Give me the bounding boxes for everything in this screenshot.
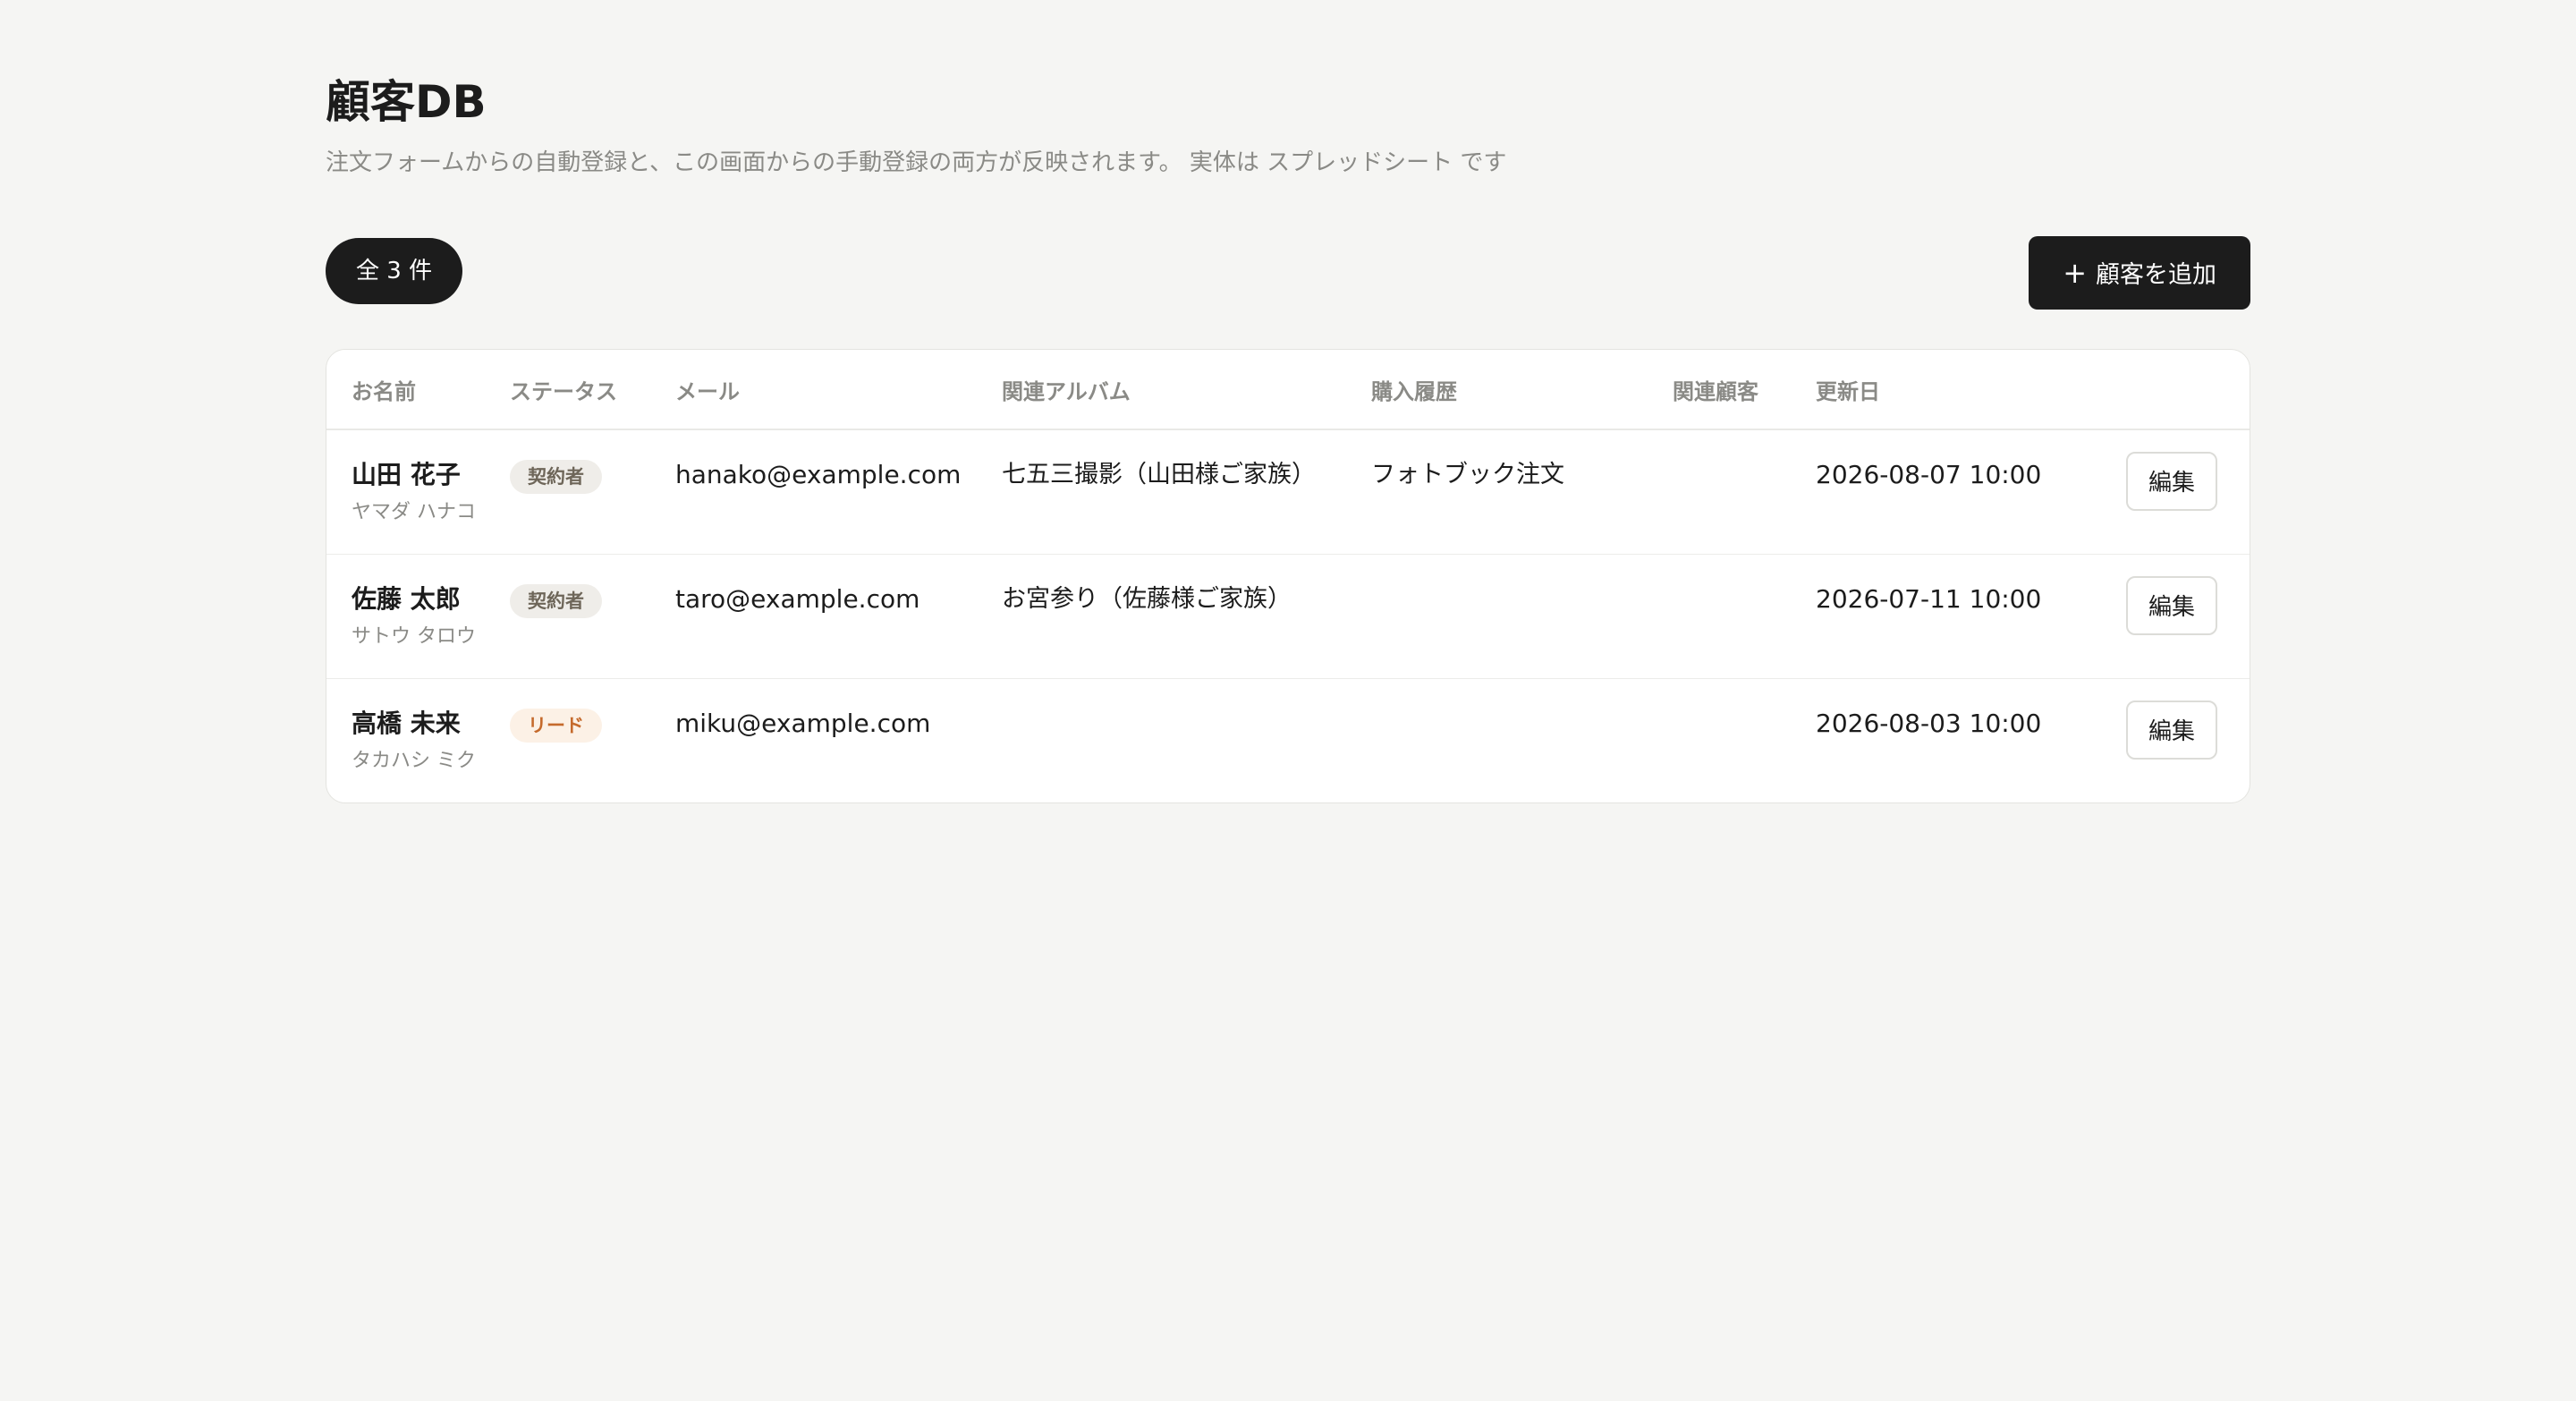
customer-name: 高橋 未来: [352, 708, 461, 738]
status-cell: リード: [485, 677, 650, 802]
album-cell: 七五三撮影（山田様ご家族）: [1002, 461, 1316, 488]
column-header-updated: 更新日: [1791, 350, 2041, 430]
record-count-badge: 全 3 件: [326, 238, 463, 304]
page-title: 顧客DB: [326, 76, 487, 128]
related-cell: [1648, 553, 1791, 678]
plus-icon: +: [2063, 256, 2087, 290]
email-cell: taro@example.com: [650, 553, 977, 678]
action-cell: 編集: [2041, 677, 2250, 802]
column-header-name: お名前: [326, 350, 485, 430]
edit-button[interactable]: 編集: [2126, 575, 2217, 635]
customer-kana: タカハシ ミク: [352, 749, 476, 772]
action-cell: 編集: [2041, 429, 2250, 554]
purchase-cell: フォトブック注文: [1371, 461, 1564, 488]
page-subtitle: 注文フォームからの自動登録と、この画面からの手動登録の両方が反映されます。 実体…: [326, 149, 1507, 176]
email-cell: miku@example.com: [650, 677, 977, 802]
add-customer-button-label: 顧客を追加: [2096, 261, 2216, 289]
related-cell: [1648, 677, 1791, 802]
action-cell: 編集: [2041, 553, 2250, 678]
customer-kana: サトウ タロウ: [352, 624, 476, 648]
name-cell: 高橋 未来 タカハシ ミク: [326, 677, 485, 802]
add-customer-button[interactable]: + 顧客を追加: [2029, 236, 2250, 310]
column-header-related: 関連顧客: [1648, 350, 1791, 430]
name-cell: 山田 花子 ヤマダ ハナコ: [326, 429, 485, 554]
table-row: 佐藤 太郎 サトウ タロウ 契約者 taro@example.com お宮参り（…: [326, 553, 2250, 678]
edit-button[interactable]: 編集: [2126, 700, 2217, 760]
updated-cell: 2026-08-07 10:00: [1816, 460, 2041, 489]
column-header-purchase: 購入履歴: [1346, 350, 1648, 430]
album-cell: [977, 677, 1346, 802]
updated-cell: 2026-07-11 10:00: [1791, 553, 2041, 678]
table-row: 山田 花子 ヤマダ ハナコ 契約者 hanako@example.com 七五三…: [326, 429, 2250, 554]
updated-cell: 2026-08-03 10:00: [1791, 677, 2041, 802]
customer-name: 佐藤 太郎: [352, 583, 461, 614]
column-header-email: メール: [650, 350, 977, 430]
email-cell: hanako@example.com: [675, 460, 962, 489]
status-badge: 契約者: [510, 583, 602, 618]
column-header-status: ステータス: [485, 350, 650, 430]
column-header-action: [2041, 350, 2250, 430]
related-cell: [1648, 429, 1791, 554]
customer-table: お名前 ステータス メール 関連アルバム 購入履歴 関連顧客 更新日 山田 花子…: [326, 350, 2250, 802]
column-header-album: 関連アルバム: [977, 350, 1346, 430]
customer-name: 山田 花子: [352, 460, 461, 489]
status-badge: リード: [510, 708, 602, 743]
status-cell: 契約者: [485, 553, 650, 678]
purchase-cell: [1346, 677, 1648, 802]
name-cell: 佐藤 太郎 サトウ タロウ: [326, 553, 485, 678]
edit-button[interactable]: 編集: [2126, 452, 2217, 511]
customer-table-card: お名前 ステータス メール 関連アルバム 購入履歴 関連顧客 更新日 山田 花子…: [326, 349, 2250, 803]
customer-kana: ヤマダ ハナコ: [352, 501, 476, 523]
status-cell: 契約者: [485, 429, 650, 554]
table-row: 高橋 未来 タカハシ ミク リード miku@example.com 2026-…: [326, 677, 2250, 802]
purchase-cell: [1346, 553, 1648, 678]
status-badge: 契約者: [510, 460, 602, 494]
album-cell: お宮参り（佐藤様ご家族）: [977, 553, 1346, 678]
table-header-row: お名前 ステータス メール 関連アルバム 購入履歴 関連顧客 更新日: [326, 350, 2250, 430]
